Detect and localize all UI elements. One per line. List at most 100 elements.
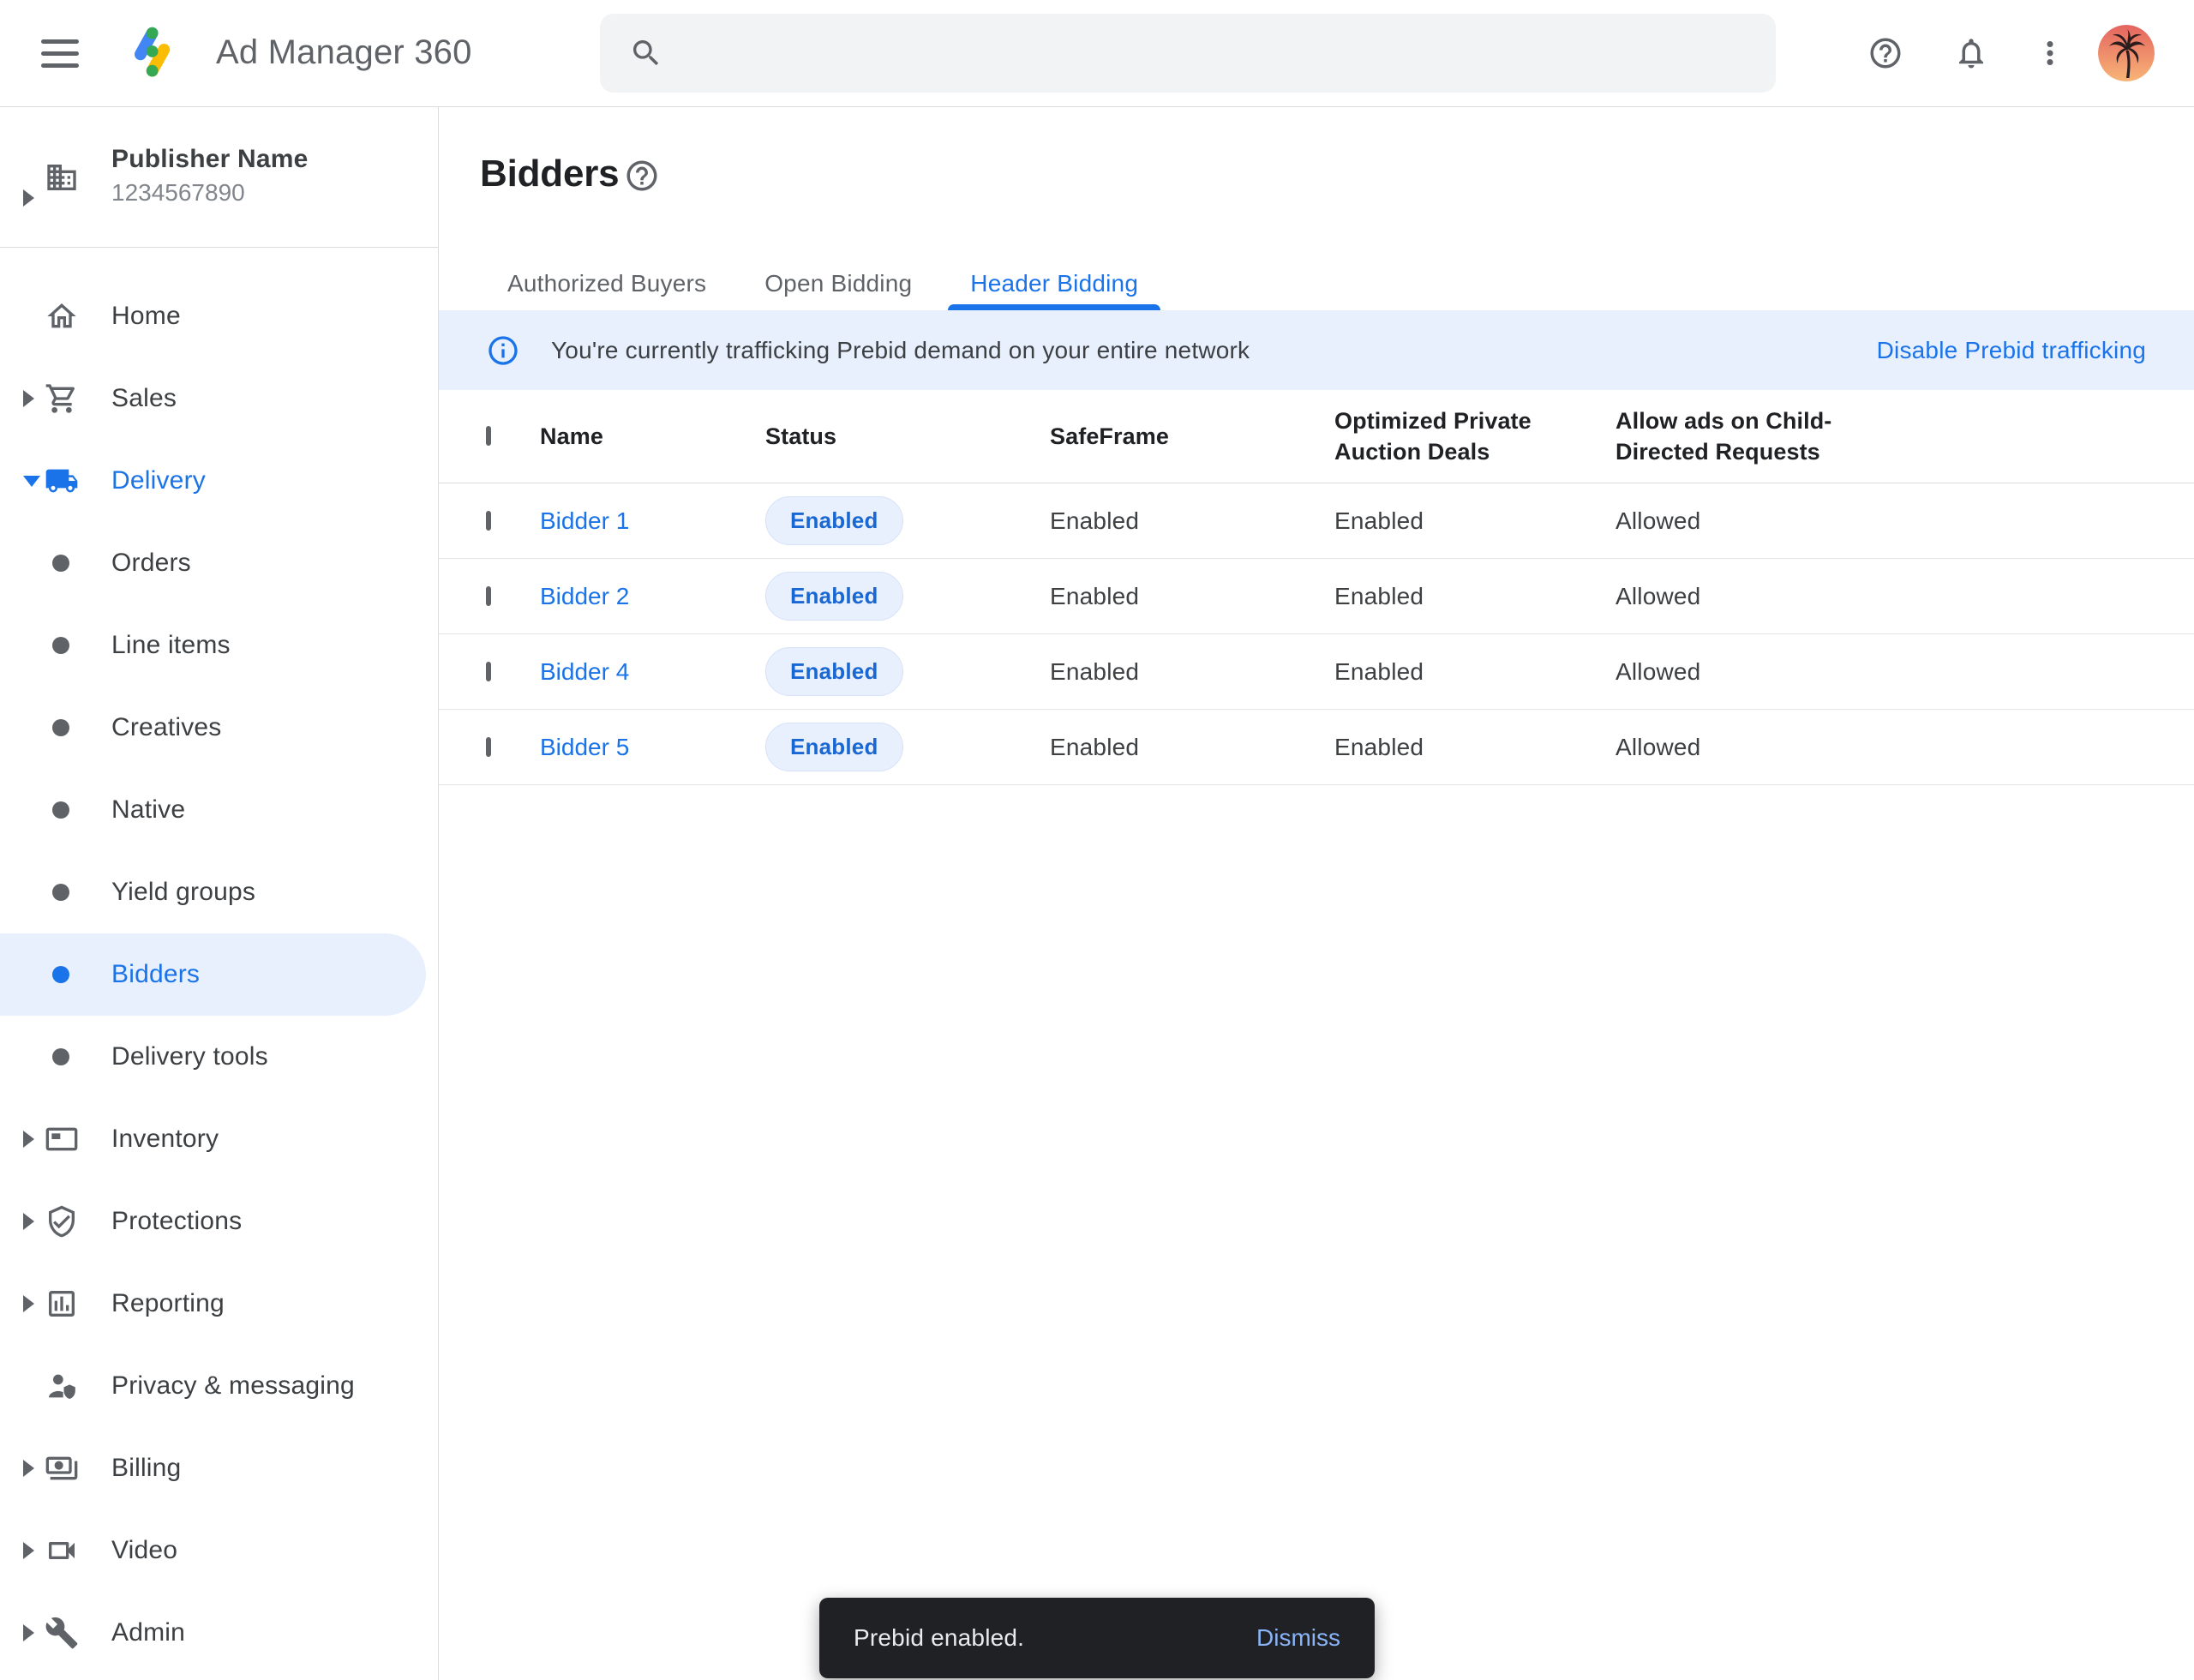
tab-authorized-buyers[interactable]: Authorized Buyers [478,257,735,310]
bidder-name-link[interactable]: Bidder 4 [540,658,629,685]
sidebar-item-delivery[interactable]: Delivery [0,440,438,522]
select-all-checkbox[interactable] [486,426,491,446]
table-row: Bidder 4 Enabled Enabled Enabled Allowed [439,634,2194,710]
row-checkbox[interactable] [486,662,491,681]
toast-dismiss-button[interactable]: Dismiss [1238,1614,1359,1662]
optimized-private-auction-deals-value: Enabled [1334,734,1616,761]
sidebar-item-label: Yield groups [111,878,255,907]
sidebar-item-protections[interactable]: Protections [0,1180,438,1263]
table-body: Bidder 1 Enabled Enabled Enabled Allowed… [439,483,2194,785]
bidder-name-link[interactable]: Bidder 1 [540,507,629,534]
sidebar-item-label: Privacy & messaging [111,1371,355,1401]
bullet-icon [52,884,69,901]
table-row: Bidder 1 Enabled Enabled Enabled Allowed [439,483,2194,559]
cart-icon [45,381,79,416]
bullet-icon [52,801,69,819]
sidebar-item-label: Delivery [111,466,206,495]
disable-prebid-trafficking-button[interactable]: Disable Prebid trafficking [1877,337,2146,364]
more-options-kebab-icon[interactable] [2029,33,2071,74]
child-directed-value: Allowed [1616,507,2194,535]
expand-caret-icon [23,1131,34,1148]
sidebar-item-home[interactable]: Home [0,275,438,357]
sidebar-item-label: Inventory [111,1125,219,1154]
bullet-icon [52,719,69,736]
toast-snackbar: Prebid enabled. Dismiss [819,1598,1375,1678]
sidebar-item-privacy-messaging[interactable]: Privacy & messaging [0,1345,438,1427]
account-avatar[interactable] [2098,25,2155,81]
sidebar-item-video[interactable]: Video [0,1509,438,1592]
sidebar-item-label: Sales [111,384,177,413]
sidebar-item-label: Admin [111,1618,185,1647]
publisher-expand-caret-icon[interactable] [23,189,34,207]
sidebar: Publisher Name 1234567890 Home Sales Del… [0,107,439,1680]
shield-icon [45,1204,79,1239]
sidebar-item-sales[interactable]: Sales [0,357,438,440]
tab-label: Authorized Buyers [507,270,706,297]
sidebar-item-label: Delivery tools [111,1042,268,1071]
child-directed-value: Allowed [1616,658,2194,686]
safeframe-value: Enabled [1050,734,1334,761]
page-title-help-icon[interactable] [624,157,662,195]
bullet-icon [52,1048,69,1065]
billing-icon [45,1451,79,1485]
sidebar-item-admin[interactable]: Admin [0,1592,438,1674]
search-bar[interactable] [600,14,1776,93]
sidebar-item-native[interactable]: Native [0,769,438,851]
row-checkbox[interactable] [486,586,491,606]
row-checkbox[interactable] [486,737,491,757]
menu-hamburger-icon[interactable] [41,33,82,74]
admin-icon [45,1616,79,1650]
help-icon[interactable] [1865,33,1906,74]
status-badge: Enabled [765,723,903,771]
table-row: Bidder 2 Enabled Enabled Enabled Allowed [439,559,2194,634]
expand-caret-icon [23,1213,34,1230]
child-directed-value: Allowed [1616,734,2194,761]
sidebar-item-bidders[interactable]: Bidders [0,933,426,1016]
bullet-icon [52,637,69,654]
search-icon [629,36,663,70]
ad-manager-logo-icon [125,25,182,81]
sidebar-item-billing[interactable]: Billing [0,1427,438,1509]
sidebar-item-label: Line items [111,631,231,660]
expand-caret-icon [23,1542,34,1559]
optimized-private-auction-deals-value: Enabled [1334,658,1616,686]
column-header-child-directed: Allow ads on Child-Directed Requests [1616,405,1873,468]
search-input[interactable] [686,14,1747,93]
tab-open-bidding[interactable]: Open Bidding [735,257,941,310]
sidebar-item-yield-groups[interactable]: Yield groups [0,851,438,933]
main-content: Bidders Authorized Buyers Open Bidding H… [439,107,2194,1680]
notifications-bell-icon[interactable] [1951,33,1992,74]
sidebar-item-reporting[interactable]: Reporting [0,1263,438,1345]
sidebar-item-label: Native [111,795,185,825]
bullet-icon [52,555,69,572]
sidebar-item-inventory[interactable]: Inventory [0,1098,438,1180]
sidebar-item-creatives[interactable]: Creatives [0,687,438,769]
truck-icon [45,464,79,498]
report-icon [45,1287,79,1321]
sidebar-item-line-items[interactable]: Line items [0,604,438,687]
app-title: Ad Manager 360 [216,32,472,73]
publisher-name: Publisher Name [111,145,309,174]
row-checkbox[interactable] [486,511,491,531]
inventory-icon [45,1122,79,1156]
bidder-name-link[interactable]: Bidder 2 [540,583,629,609]
status-badge: Enabled [765,572,903,621]
sidebar-item-label: Home [111,302,181,331]
bidder-name-link[interactable]: Bidder 5 [540,734,629,760]
sidebar-item-orders[interactable]: Orders [0,522,438,604]
publisher-switcher[interactable]: Publisher Name 1234567890 [0,107,438,248]
tab-header-bidding[interactable]: Header Bidding [941,257,1167,310]
publisher-id: 1234567890 [111,179,245,207]
child-directed-value: Allowed [1616,583,2194,610]
sidebar-item-label: Orders [111,549,191,578]
expand-caret-icon [23,390,34,407]
video-icon [45,1533,79,1568]
sidebar-item-delivery-tools[interactable]: Delivery tools [0,1016,438,1098]
bidders-table: Name Status SafeFrame Optimized Private … [439,390,2194,785]
expand-caret-icon [23,1295,34,1312]
sidebar-item-label: Protections [111,1207,242,1236]
safeframe-value: Enabled [1050,583,1334,610]
sidebar-item-label: Creatives [111,713,222,742]
column-header-status: Status [765,421,1050,452]
privacy-icon [45,1369,79,1403]
